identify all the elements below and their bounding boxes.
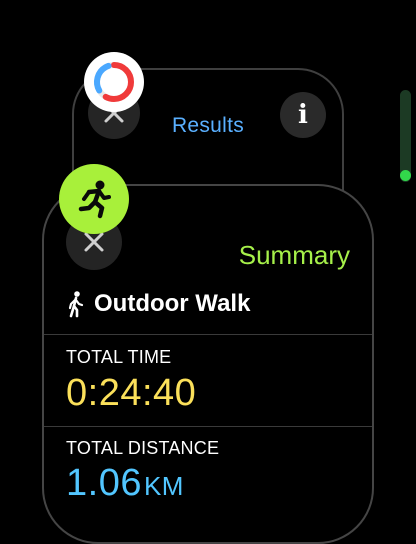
total-time-label: TOTAL TIME	[66, 347, 172, 367]
runner-icon	[78, 180, 111, 219]
total-time-value: 0:24:40	[66, 372, 197, 414]
activity-rings-badge	[84, 52, 144, 112]
total-distance-label: TOTAL DISTANCE	[66, 438, 220, 458]
scroll-indicator-track	[400, 90, 411, 182]
workout-name: Outdoor Walk	[94, 290, 251, 317]
workout-type-badge	[59, 164, 129, 234]
info-button[interactable]: i	[280, 92, 326, 138]
divider	[44, 334, 372, 335]
activity-rings-icon	[94, 62, 134, 102]
summary-title: Summary	[238, 240, 350, 270]
results-title: Results	[171, 114, 245, 137]
info-icon: i	[298, 100, 308, 130]
workout-type-row: Outdoor Walk	[64, 290, 250, 318]
total-distance-value: 1.06KM	[66, 462, 184, 505]
distance-number: 1.06	[66, 462, 142, 504]
distance-unit: KM	[143, 471, 184, 501]
scroll-indicator-thumb	[400, 170, 411, 181]
close-icon	[84, 232, 104, 252]
divider	[44, 426, 372, 427]
walker-icon	[68, 291, 84, 318]
